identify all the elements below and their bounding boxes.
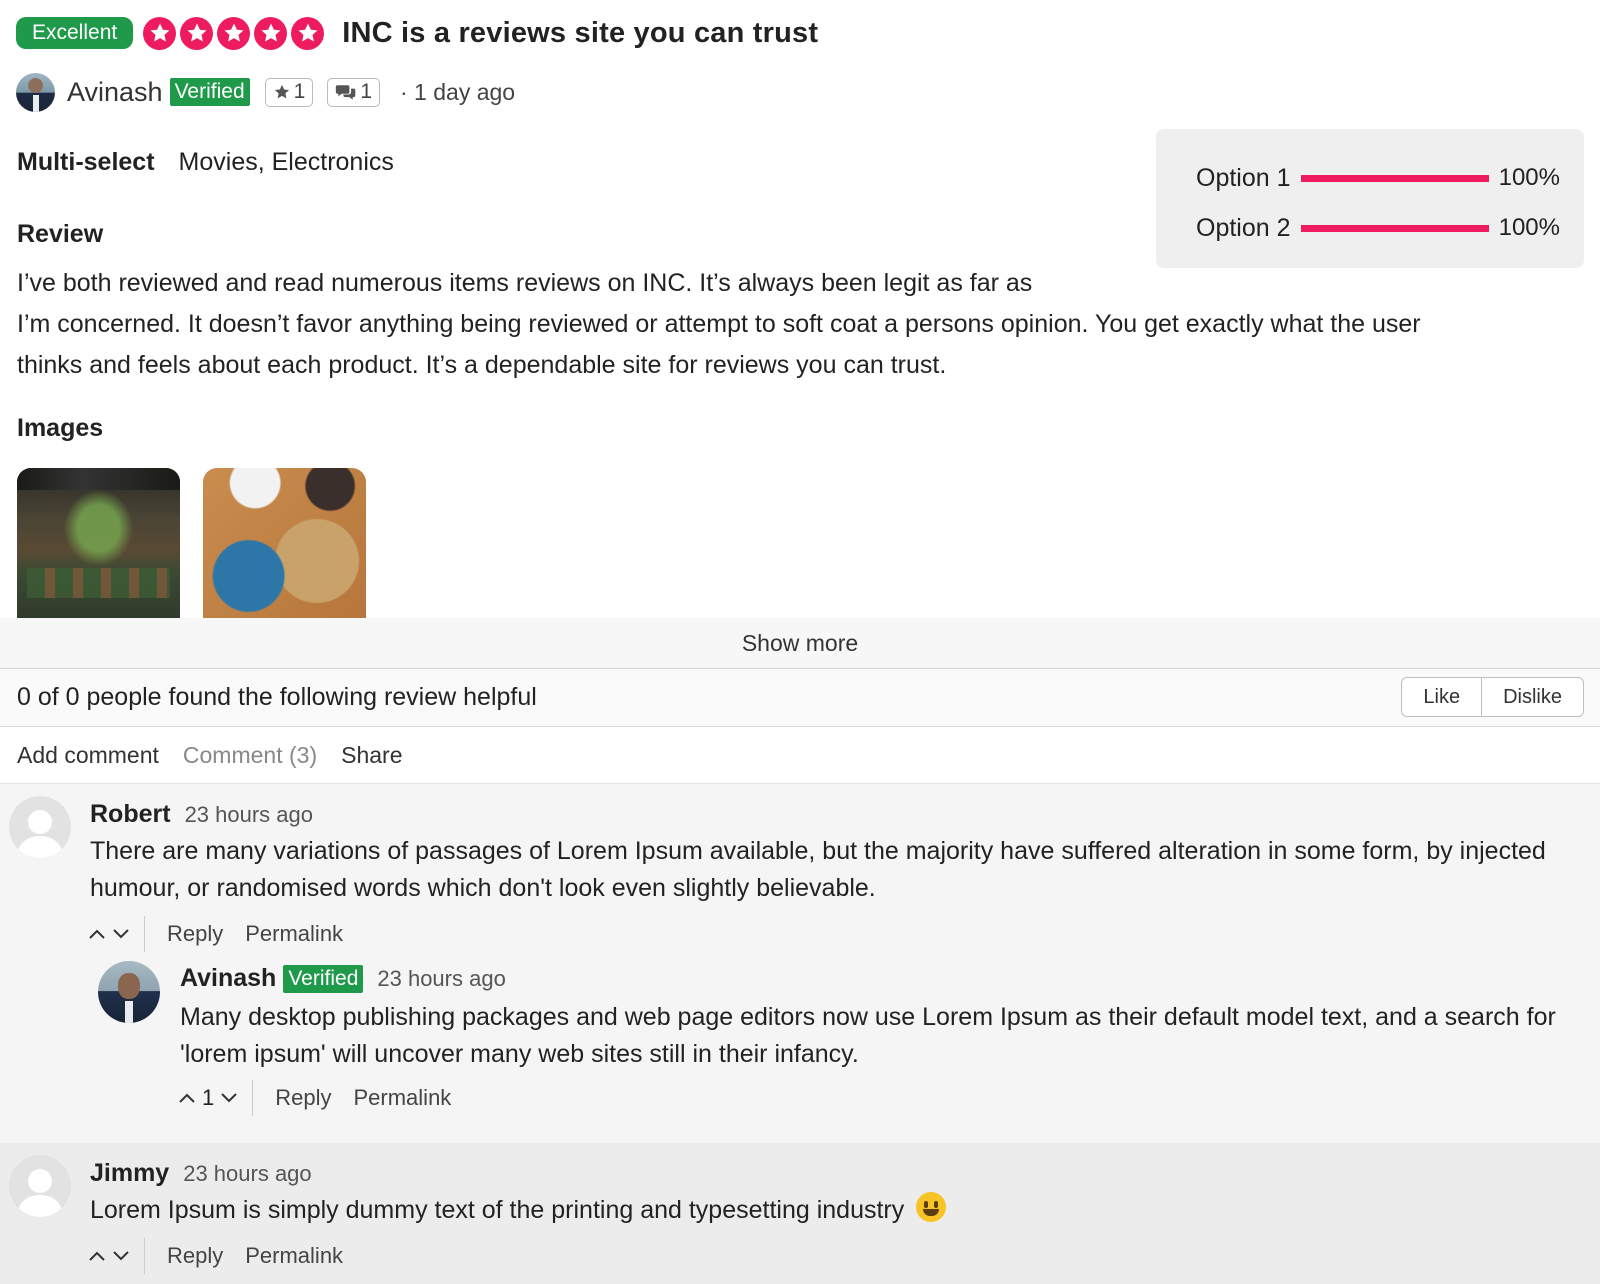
comments-section: Robert 23 hours ago There are many varia… [0,783,1600,1284]
option-percent: 100% [1498,214,1560,241]
author-row: Avinash Verified 1 1 · 1 day ago [16,72,515,112]
comment-actions: Reply Permalink [88,1238,343,1274]
verified-badge: Verified [283,964,364,993]
star-icon [217,16,251,50]
comment-text: There are many variations of passages of… [90,833,1546,907]
share-link[interactable]: Share [341,742,402,769]
helpful-bar: 0 of 0 people found the following review… [0,668,1600,727]
vote-controls [88,916,145,952]
option-label: Option 2 [1196,213,1291,242]
comment-count-tab[interactable]: Comment (3) [183,742,317,769]
multi-select-field: Multi-select Movies, Electronics [17,148,394,177]
vote-button-group: Like Dislike [1401,677,1584,717]
helpful-text: 0 of 0 people found the following review… [17,683,537,711]
option-percent: 100% [1498,164,1560,191]
comment-meta: Jimmy 23 hours ago [90,1159,312,1188]
review-line: I’ve both reviewed and read numerous ite… [17,269,1033,297]
permalink-link[interactable]: Permalink [245,921,343,947]
avatar-placeholder[interactable] [9,796,71,858]
star-rating [143,16,325,50]
review-image-food[interactable] [203,468,366,618]
review-heading: Review [17,220,104,248]
comment-line: Lorem Ipsum is simply dummy text of the … [90,1196,905,1224]
add-comment-link[interactable]: Add comment [17,742,159,769]
avatar-placeholder[interactable] [9,1155,71,1217]
review-body: I’ve both reviewed and read numerous ite… [17,263,1562,386]
permalink-link[interactable]: Permalink [354,1085,452,1111]
review-image-restaurant[interactable] [17,468,180,618]
avatar[interactable] [16,72,55,112]
comment-time: 23 hours ago [184,801,313,827]
comment-meta: Robert 23 hours ago [90,800,313,829]
comment-text: Lorem Ipsum is simply dummy text of the … [90,1192,947,1229]
field-value: Movies, Electronics [178,148,394,176]
comments-icon [336,85,356,100]
comment-line: Many desktop publishing packages and web… [180,1003,1556,1031]
downvote-icon[interactable] [112,928,130,940]
show-more-link[interactable]: Show more [0,630,1600,657]
comment-actions: 1 Reply Permalink [178,1080,451,1116]
upvote-icon[interactable] [178,1092,196,1104]
comment-line: humour, or randomised words which don't … [90,874,876,902]
review-actions: Add comment Comment (3) Share [17,742,402,769]
review-time: · 1 day ago [400,78,516,105]
comment-meta: Avinash Verified 23 hours ago [180,964,506,993]
star-icon [180,16,214,50]
option-bar-fill [1300,174,1489,182]
comment-author[interactable]: Jimmy [90,1159,169,1188]
verified-badge: Verified [169,78,250,106]
dislike-button[interactable]: Dislike [1481,678,1583,716]
reply-link[interactable]: Reply [167,1243,223,1269]
avatar[interactable] [98,961,160,1023]
comment-author[interactable]: Robert [90,800,171,829]
review-line: thinks and feels about each product. It’… [17,351,947,379]
comment-line: 'lorem ipsum' will uncover many web site… [180,1040,859,1068]
reviews-count: 1 [293,80,306,103]
grinning-face-icon [916,1192,947,1222]
field-label: Multi-select [17,148,155,176]
upvote-icon[interactable] [88,928,106,940]
comment-line: There are many variations of passages of… [90,837,1546,865]
vote-count: 1 [202,1085,215,1110]
star-icon [143,16,177,50]
option-row: Option 2 100% [1180,203,1560,253]
upvote-icon[interactable] [88,1250,106,1262]
star-icon [291,16,325,50]
comments-count: 1 [360,80,372,103]
option-bar [1300,224,1489,232]
images-heading: Images [17,414,104,442]
vote-controls [88,1238,145,1274]
author-name[interactable]: Avinash [67,77,163,108]
comment-text: Many desktop publishing packages and web… [180,999,1556,1073]
comments-count-badge: 1 [327,77,380,107]
reply-link[interactable]: Reply [275,1085,331,1111]
permalink-link[interactable]: Permalink [245,1243,343,1269]
review-header: Excellent INC is a reviews site you can … [16,16,818,50]
comment-time: 23 hours ago [183,1160,312,1186]
like-button[interactable]: Like [1402,678,1481,716]
option-row: Option 1 100% [1180,153,1560,203]
option-bar-fill [1300,224,1489,232]
downvote-icon[interactable] [112,1250,130,1262]
comment-time: 23 hours ago [377,965,506,991]
review-title: INC is a reviews site you can trust [342,16,819,49]
option-bar [1300,174,1489,182]
downvote-icon[interactable] [220,1092,238,1104]
rating-badge: Excellent [16,17,134,49]
comment-actions: Reply Permalink [88,916,343,952]
options-poll-panel: Option 1 100% Option 2 100% [1156,129,1584,268]
star-icon [254,16,288,50]
review-line: I’m concerned. It doesn’t favor anything… [17,310,1421,338]
reviews-count-badge: 1 [264,77,314,107]
vote-controls: 1 [178,1080,254,1116]
comment-author[interactable]: Avinash [180,964,276,993]
option-label: Option 1 [1196,163,1291,192]
reply-link[interactable]: Reply [167,921,223,947]
star-outline-icon [274,84,289,99]
